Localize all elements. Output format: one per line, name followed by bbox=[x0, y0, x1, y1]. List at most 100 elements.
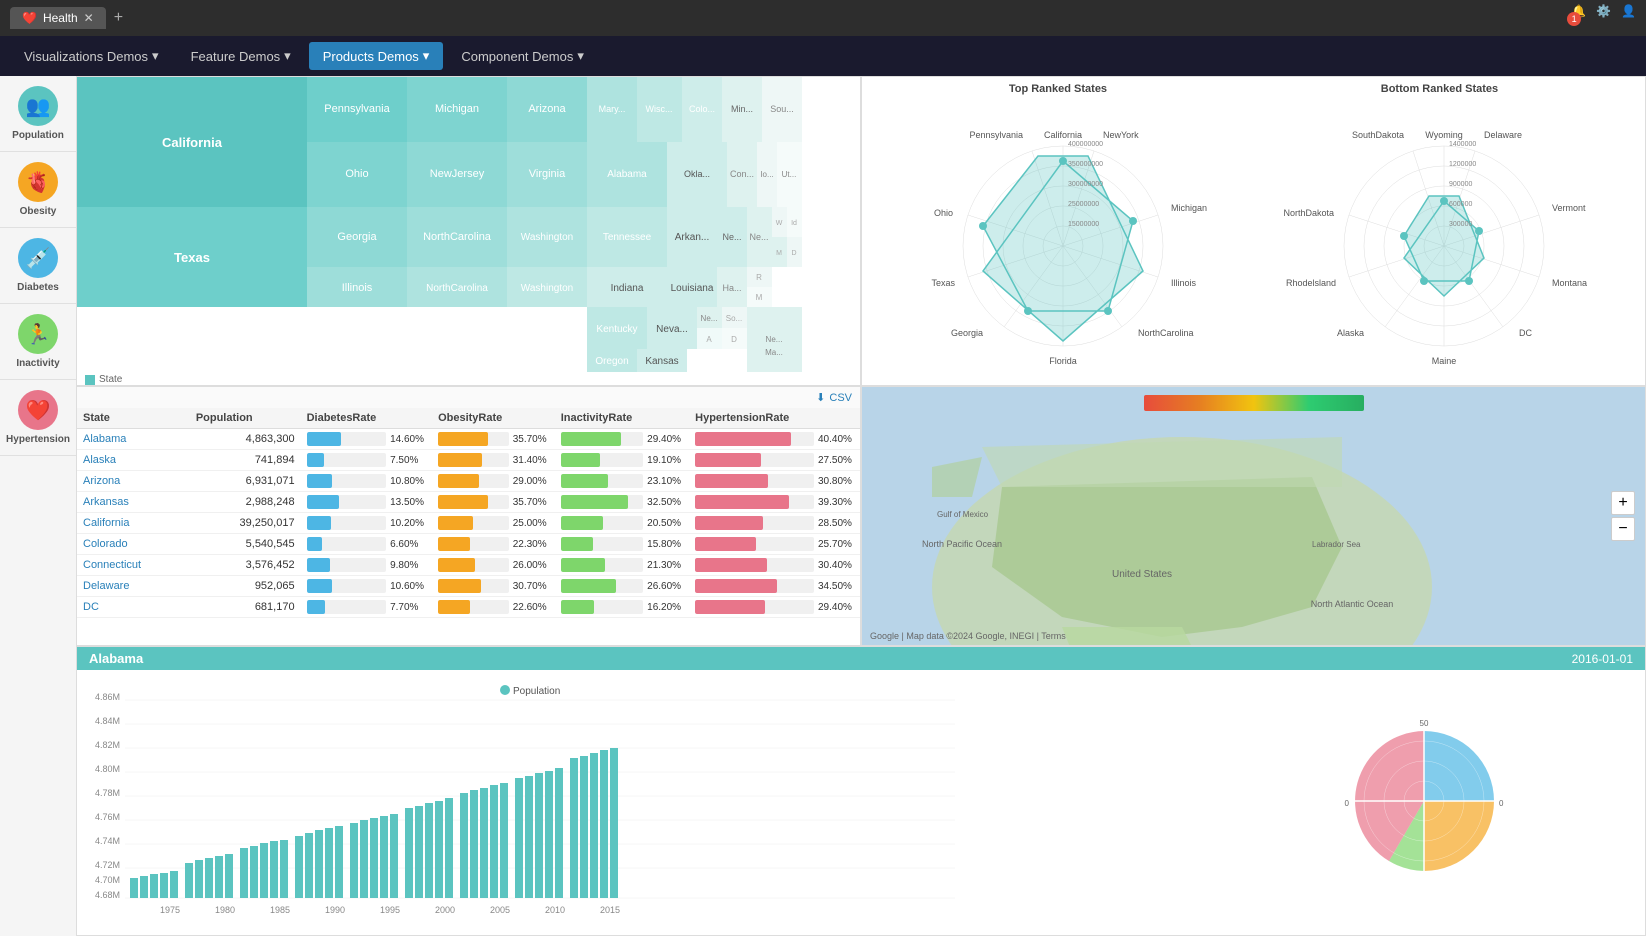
svg-text:2015: 2015 bbox=[600, 905, 620, 915]
polar-chart-svg: 50 0 0 bbox=[1344, 691, 1544, 911]
cell-diabetes: 7.50% bbox=[301, 450, 432, 471]
zoom-out-button[interactable]: − bbox=[1611, 517, 1635, 541]
svg-text:California: California bbox=[1044, 130, 1082, 140]
new-tab-button[interactable]: + bbox=[114, 9, 123, 27]
content-area: California Pennsylvania Michigan Arizona… bbox=[76, 76, 1646, 936]
nav-label-products: Products Demos bbox=[323, 49, 419, 64]
svg-text:R: R bbox=[756, 273, 762, 282]
browser-bar: ❤️ Health ✕ + 🔔1 ⚙️ 👤 bbox=[0, 0, 1646, 36]
svg-text:Alaska: Alaska bbox=[1337, 328, 1364, 338]
cell-hypertension: 40.40% bbox=[689, 429, 860, 450]
cell-diabetes: 6.60% bbox=[301, 534, 432, 555]
map-attribution: Google | Map data ©2024 Google, INEGI | … bbox=[870, 631, 1066, 641]
svg-text:Ha...: Ha... bbox=[722, 283, 741, 293]
diabetes-label: Diabetes bbox=[17, 282, 59, 293]
svg-text:4.68M: 4.68M bbox=[95, 890, 120, 900]
svg-text:DC: DC bbox=[1519, 328, 1532, 338]
map-svg: United States North Pacific Ocean North … bbox=[862, 387, 1645, 645]
bottom-header: Alabama 2016-01-01 bbox=[77, 647, 1645, 670]
csv-button[interactable]: ⬇ CSV bbox=[816, 391, 852, 404]
cell-population: 741,894 bbox=[190, 450, 301, 471]
treemap-container: California Pennsylvania Michigan Arizona… bbox=[77, 77, 860, 372]
table-scroll[interactable]: State Population DiabetesRate ObesityRat… bbox=[77, 408, 860, 618]
cell-state: Delaware bbox=[77, 576, 190, 597]
table-row[interactable]: Connecticut3,576,452 9.80% 26.00% 21.30%… bbox=[77, 555, 860, 576]
nav-item-feature[interactable]: Feature Demos ▾ bbox=[177, 42, 305, 70]
zoom-in-button[interactable]: + bbox=[1611, 491, 1635, 515]
radar-svg-top: California Michigan NorthCarolina Georgi… bbox=[903, 116, 1223, 366]
cell-diabetes: 10.80% bbox=[301, 471, 432, 492]
settings-icon[interactable]: ⚙️ bbox=[1596, 4, 1611, 32]
svg-text:Texas: Texas bbox=[931, 278, 955, 288]
cell-obesity: 35.70% bbox=[432, 429, 555, 450]
svg-text:1200000: 1200000 bbox=[1449, 161, 1476, 168]
svg-text:Pennsylvania: Pennsylvania bbox=[324, 103, 390, 115]
table-row[interactable]: Alaska741,894 7.50% 31.40% 19.10% 27.50% bbox=[77, 450, 860, 471]
table-row[interactable]: Arkansas2,988,248 13.50% 35.70% 32.50% 3… bbox=[77, 492, 860, 513]
cell-state: Arizona bbox=[77, 471, 190, 492]
svg-text:0: 0 bbox=[1499, 799, 1504, 808]
cell-state: Colorado bbox=[77, 534, 190, 555]
sidebar-item-hypertension[interactable]: ❤️ Hypertension bbox=[0, 380, 76, 456]
col-header-obesity: ObesityRate bbox=[432, 408, 555, 429]
cell-inactivity: 32.50% bbox=[555, 492, 689, 513]
svg-text:Louisiana: Louisiana bbox=[671, 283, 714, 294]
svg-text:Rhodelsland: Rhodelsland bbox=[1286, 278, 1336, 288]
hypertension-icon: ❤️ bbox=[18, 390, 58, 430]
col-header-population: Population bbox=[190, 408, 301, 429]
svg-text:Arkan...: Arkan... bbox=[675, 232, 709, 243]
table-row[interactable]: California39,250,017 10.20% 25.00% 20.50… bbox=[77, 513, 860, 534]
svg-text:4.78M: 4.78M bbox=[95, 788, 120, 798]
table-row[interactable]: Alabama4,863,300 14.60% 35.70% 29.40% 40… bbox=[77, 429, 860, 450]
browser-tab-health[interactable]: ❤️ Health ✕ bbox=[10, 7, 106, 29]
map-legend-bar bbox=[1144, 395, 1364, 411]
cell-diabetes: 14.60% bbox=[301, 429, 432, 450]
inactivity-label: Inactivity bbox=[16, 358, 59, 369]
browser-icons: 🔔1 ⚙️ 👤 bbox=[1571, 4, 1636, 32]
nav-bar: Visualizations Demos ▾ Feature Demos ▾ P… bbox=[0, 36, 1646, 76]
nav-item-products[interactable]: Products Demos ▾ bbox=[309, 42, 444, 70]
notification-icon[interactable]: 🔔1 bbox=[1571, 4, 1586, 32]
cell-hypertension: 29.40% bbox=[689, 597, 860, 618]
table-row[interactable]: Delaware952,065 10.60% 30.70% 26.60% 34.… bbox=[77, 576, 860, 597]
svg-text:1995: 1995 bbox=[380, 905, 400, 915]
nav-item-component[interactable]: Component Demos ▾ bbox=[447, 42, 598, 70]
table-row[interactable]: DC681,170 7.70% 22.60% 16.20% 29.40% bbox=[77, 597, 860, 618]
svg-text:25000000: 25000000 bbox=[1068, 201, 1099, 208]
cell-inactivity: 26.60% bbox=[555, 576, 689, 597]
cell-state: Connecticut bbox=[77, 555, 190, 576]
svg-text:4.82M: 4.82M bbox=[95, 740, 120, 750]
svg-text:Ma...: Ma... bbox=[765, 348, 783, 357]
svg-text:4.72M: 4.72M bbox=[95, 860, 120, 870]
obesity-icon: 🫀 bbox=[18, 162, 58, 202]
chevron-down-icon-3: ▾ bbox=[423, 48, 430, 64]
svg-text:NorthCarolina: NorthCarolina bbox=[423, 231, 492, 243]
cell-diabetes: 9.80% bbox=[301, 555, 432, 576]
svg-text:Labrador Sea: Labrador Sea bbox=[1312, 540, 1361, 549]
table-row[interactable]: Colorado5,540,545 6.60% 22.30% 15.80% 25… bbox=[77, 534, 860, 555]
svg-text:Pennsylvania: Pennsylvania bbox=[969, 130, 1023, 140]
sidebar-item-inactivity[interactable]: 🏃 Inactivity bbox=[0, 304, 76, 380]
cell-population: 3,576,452 bbox=[190, 555, 301, 576]
sidebar-item-diabetes[interactable]: 💉 Diabetes bbox=[0, 228, 76, 304]
tab-close-button[interactable]: ✕ bbox=[84, 11, 94, 25]
nav-label-feature: Feature Demos bbox=[191, 49, 281, 64]
svg-text:1400000: 1400000 bbox=[1449, 141, 1476, 148]
svg-text:50: 50 bbox=[1420, 719, 1429, 728]
nav-label-component: Component Demos bbox=[461, 49, 573, 64]
radar-bottom-title: Bottom Ranked States bbox=[1381, 83, 1498, 95]
sidebar-item-population[interactable]: 👥 Population bbox=[0, 76, 76, 152]
bottom-date: 2016-01-01 bbox=[1572, 652, 1633, 666]
svg-text:D: D bbox=[791, 250, 796, 257]
svg-text:Ohio: Ohio bbox=[345, 168, 368, 180]
svg-text:Id: Id bbox=[791, 220, 797, 227]
svg-text:Wyoming: Wyoming bbox=[1426, 130, 1463, 140]
profile-icon[interactable]: 👤 bbox=[1621, 4, 1636, 32]
nav-item-visualizations[interactable]: Visualizations Demos ▾ bbox=[10, 42, 173, 70]
sidebar-item-obesity[interactable]: 🫀 Obesity bbox=[0, 152, 76, 228]
svg-text:W: W bbox=[776, 220, 783, 227]
table-toolbar: ⬇ CSV bbox=[77, 387, 860, 408]
svg-text:Ne...: Ne... bbox=[749, 232, 768, 242]
bottom-charts: Population 4.86M 4.84M 4.82M 4.80M 4.78M… bbox=[77, 670, 1645, 932]
table-row[interactable]: Arizona6,931,071 10.80% 29.00% 23.10% 30… bbox=[77, 471, 860, 492]
